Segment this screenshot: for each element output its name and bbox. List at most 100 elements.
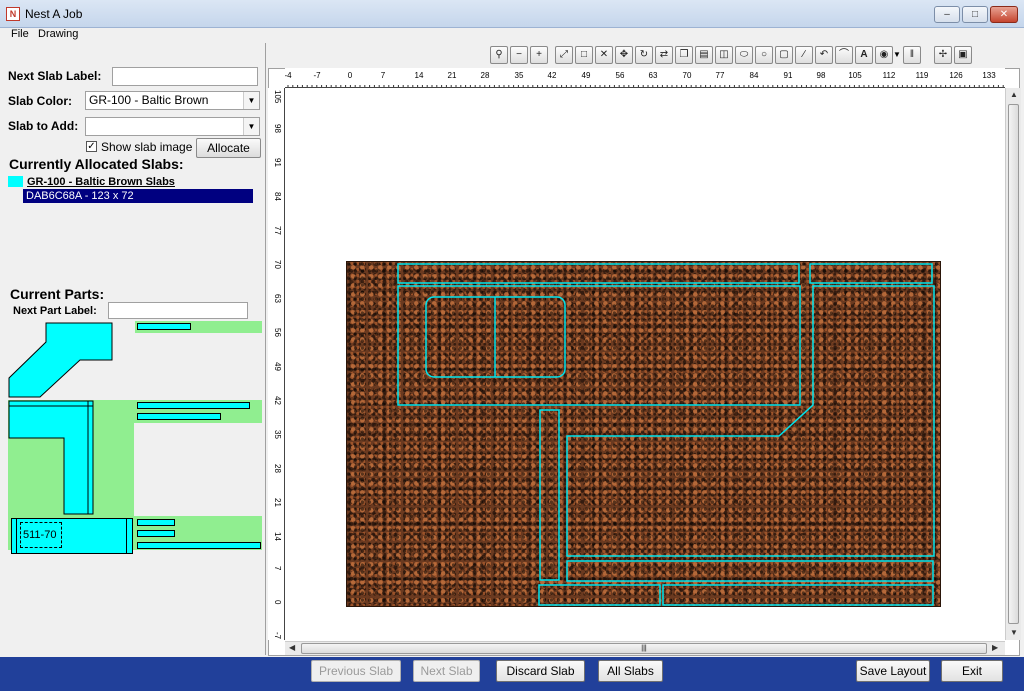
part-thumbnail[interactable] (137, 542, 261, 549)
slab-color-label: Slab Color: (8, 94, 73, 108)
scroll-up-icon[interactable]: ▲ (1010, 90, 1018, 99)
frame-icon[interactable]: ▣ (954, 46, 972, 64)
allocate-button[interactable]: Allocate (196, 138, 261, 158)
nested-part[interactable] (809, 263, 933, 284)
menu-drawing[interactable]: Drawing (38, 28, 78, 40)
rectangle-icon[interactable]: ▢ (775, 46, 793, 64)
slab-color-select[interactable]: GR-100 - Baltic Brown ▼ (85, 91, 260, 110)
zoom-in-icon[interactable]: + (530, 46, 548, 64)
ruler-tick: 105 (273, 90, 282, 104)
slab-list-item[interactable]: DAB6C68A - 123 x 72 (23, 189, 253, 203)
part-thumbnail[interactable] (137, 402, 250, 409)
slab-to-add-select[interactable]: ▼ (85, 117, 260, 136)
menu-bar: File Drawing (0, 28, 1024, 43)
next-slab-button[interactable]: Next Slab (413, 660, 480, 682)
next-slab-input[interactable] (112, 67, 258, 86)
nested-part[interactable] (566, 560, 934, 582)
scroll-left-icon[interactable]: ◀ (289, 643, 295, 652)
horizontal-scroll-thumb[interactable]: ||| (301, 643, 987, 654)
part-thumbnail-l[interactable] (8, 400, 98, 516)
ruler-tick: 0 (347, 71, 353, 80)
close-button[interactable]: ✕ (990, 6, 1018, 23)
chevron-down-icon[interactable]: ▼ (243, 92, 259, 109)
ruler-tick: 98 (816, 71, 826, 80)
ruler-tick: 7 (380, 71, 386, 80)
ruler-marks (287, 85, 1004, 87)
next-part-label: Next Part Label: (13, 305, 97, 317)
zoom-fit-icon[interactable]: ⚲ (490, 46, 508, 64)
ruler-tick: -7 (313, 71, 321, 80)
ruler-tick: 49 (273, 362, 282, 371)
part-thumbnail[interactable] (137, 323, 191, 330)
part-thumbnail[interactable] (137, 519, 175, 526)
zoom-out-icon[interactable]: − (510, 46, 528, 64)
part-thumbnail[interactable] (137, 530, 175, 537)
all-slabs-button[interactable]: All Slabs (598, 660, 663, 682)
show-slab-image-label: Show slab image (101, 140, 193, 154)
part-thumbnail[interactable] (137, 413, 221, 420)
ruler-tick: 119 (915, 71, 929, 80)
scroll-right-icon[interactable]: ▶ (992, 643, 998, 652)
vertical-scrollbar[interactable]: ▲ ▼ (1005, 88, 1021, 640)
slab-image[interactable] (346, 261, 941, 607)
undo-curve-icon[interactable]: ↶ (815, 46, 833, 64)
select-rect-icon[interactable]: □ (575, 46, 593, 64)
menu-file[interactable]: File (11, 28, 29, 40)
discard-slab-button[interactable]: Discard Slab (496, 660, 585, 682)
rotate-icon[interactable]: ↻ (635, 46, 653, 64)
circle-icon[interactable]: ○ (755, 46, 773, 64)
scroll-down-icon[interactable]: ▼ (1010, 628, 1018, 637)
ruler-tick: 70 (273, 260, 282, 269)
chevron-down-icon[interactable]: ▼ (243, 118, 259, 135)
show-slab-image-checkbox[interactable]: ✓ (86, 141, 97, 152)
title-bar: N Nest A Job – □ ✕ (0, 0, 1024, 28)
nested-part[interactable] (662, 584, 934, 606)
next-slab-label: Next Slab Label: (8, 69, 102, 83)
paste-icon[interactable]: ▤ (695, 46, 713, 64)
text-icon[interactable]: A (855, 46, 873, 64)
copy-icon[interactable]: ❐ (675, 46, 693, 64)
nested-part[interactable] (397, 285, 801, 406)
dropdown-arrow-icon[interactable]: ▼ (893, 50, 901, 59)
group-icon[interactable]: ◫ (715, 46, 733, 64)
ruler-tick: 28 (480, 71, 490, 80)
ruler-tick: 14 (273, 532, 282, 541)
line-icon[interactable]: ∕ (795, 46, 813, 64)
nested-part[interactable] (566, 285, 935, 557)
save-layout-button[interactable]: Save Layout (856, 660, 930, 682)
flip-icon[interactable]: ⇄ (655, 46, 673, 64)
dimension-icon[interactable]: ‖ (903, 46, 921, 64)
previous-slab-button[interactable]: Previous Slab (311, 660, 401, 682)
part-thumbnail-angled[interactable] (8, 320, 118, 400)
ruler-tick: 42 (273, 396, 282, 405)
slab-group-label[interactable]: GR-100 - Baltic Brown Slabs (27, 176, 175, 188)
nested-part[interactable] (397, 263, 800, 284)
nested-part[interactable] (539, 409, 560, 581)
allocated-slabs-title: Currently Allocated Slabs: (9, 156, 184, 172)
exit-button[interactable]: Exit (941, 660, 1003, 682)
ruler-tick: 35 (514, 71, 524, 80)
ruler-tick: 21 (273, 498, 282, 507)
maximize-button[interactable]: □ (962, 6, 988, 23)
horizontal-scrollbar[interactable]: ◀ ||| ▶ (285, 641, 1005, 655)
arc-icon[interactable]: ⌒ (835, 46, 853, 64)
ruler-tick: 77 (715, 71, 725, 80)
top-ruler: -4 -7 0 7 14 21 28 35 42 49 56 63 70 77 … (285, 68, 1005, 88)
slab-color-value: GR-100 - Baltic Brown (89, 93, 209, 107)
nested-part[interactable] (538, 584, 661, 606)
layers-icon[interactable]: ◉ (875, 46, 893, 64)
select-all-icon[interactable]: ⤢ (555, 46, 573, 64)
next-part-input[interactable] (108, 302, 248, 319)
ruler-tick: 126 (949, 71, 963, 80)
ruler-tick: 84 (273, 192, 282, 201)
ruler-tick: 84 (749, 71, 759, 80)
drawing-toolbar: ⚲ − + ⤢ □ ✕ ✥ ↻ ⇄ ❐ ▤ ◫ ⬭ ○ ▢ ∕ ↶ ⌒ A ◉ … (488, 45, 978, 67)
move-icon[interactable]: ✥ (615, 46, 633, 64)
snap-icon[interactable]: ✢ (934, 46, 952, 64)
ruler-tick: 91 (273, 158, 282, 167)
minimize-button[interactable]: – (934, 6, 960, 23)
vertical-scroll-thumb[interactable] (1008, 104, 1019, 624)
current-parts-title: Current Parts: (10, 286, 105, 302)
ellipse-icon[interactable]: ⬭ (735, 46, 753, 64)
deselect-icon[interactable]: ✕ (595, 46, 613, 64)
